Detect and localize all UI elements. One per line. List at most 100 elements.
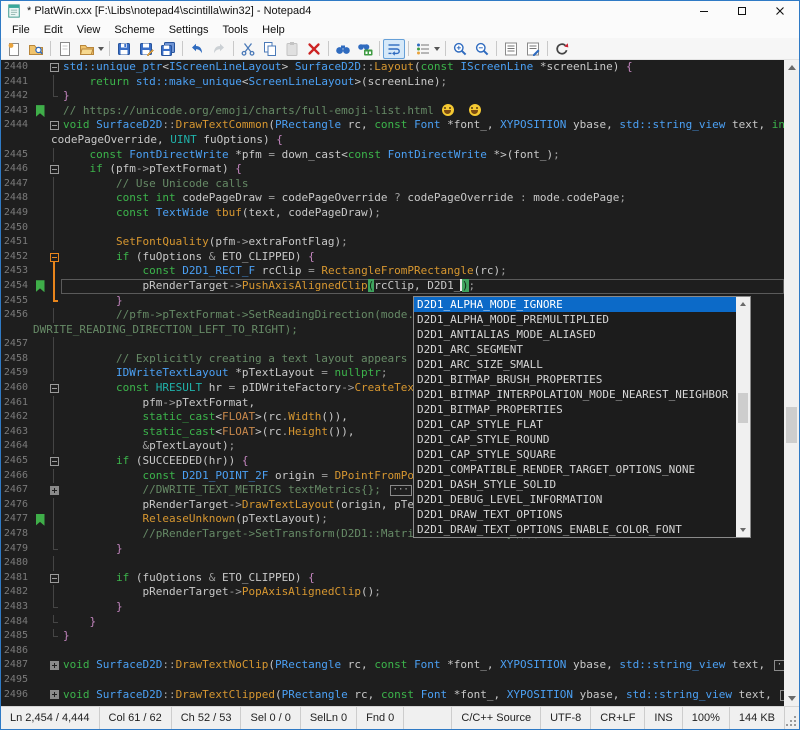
fold-margin[interactable] xyxy=(47,629,61,644)
autocomplete-item[interactable]: D2D1_ALPHA_MODE_PREMULTIPLIED xyxy=(414,312,736,327)
autocomplete-item[interactable]: D2D1_DRAW_TEXT_OPTIONS xyxy=(414,507,736,522)
status-cell[interactable]: Col 61 / 62 xyxy=(100,707,172,729)
fold-margin[interactable] xyxy=(47,89,61,104)
bookmark-margin[interactable] xyxy=(33,542,47,557)
line-number[interactable]: 2458 xyxy=(1,352,33,367)
line-number[interactable]: 2449 xyxy=(1,206,33,221)
bookmark-margin[interactable] xyxy=(33,177,47,192)
fold-expand-icon[interactable] xyxy=(50,690,59,699)
save-as-button[interactable] xyxy=(135,39,157,59)
line-number[interactable]: 2464 xyxy=(1,439,33,454)
bookmark-margin[interactable] xyxy=(33,381,47,396)
line-number[interactable]: 2453 xyxy=(1,264,33,279)
line-number[interactable]: 2482 xyxy=(1,585,33,600)
code-text[interactable]: void SurfaceD2D::DrawTextClipped(PRectan… xyxy=(61,688,784,703)
scroll-up-icon[interactable] xyxy=(736,297,750,311)
code-text[interactable]: if (fuOptions & ETO_CLIPPED) { xyxy=(61,571,784,586)
replace-button[interactable] xyxy=(354,39,376,59)
bookmark-margin[interactable] xyxy=(33,600,47,615)
fold-collapse-icon[interactable] xyxy=(50,63,59,72)
find-button[interactable] xyxy=(332,39,354,59)
bookmark-margin[interactable] xyxy=(33,75,47,90)
fold-expand-icon[interactable] xyxy=(50,661,59,670)
status-cell[interactable]: Fnd 0 xyxy=(357,707,404,729)
autocomplete-scrollbar[interactable] xyxy=(736,297,750,537)
scroll-down-icon[interactable] xyxy=(784,691,799,706)
status-cell[interactable]: INS xyxy=(645,707,682,729)
line-number[interactable]: 2448 xyxy=(1,191,33,206)
fold-margin[interactable] xyxy=(47,585,61,600)
line-number[interactable]: 2467 xyxy=(1,483,33,498)
code-line[interactable]: 2486 xyxy=(1,644,784,659)
fold-margin[interactable] xyxy=(47,512,61,527)
status-cell[interactable]: UTF-8 xyxy=(541,707,591,729)
fold-margin[interactable] xyxy=(47,439,61,454)
line-number[interactable]: 2446 xyxy=(1,162,33,177)
line-number[interactable]: 2462 xyxy=(1,410,33,425)
line-number[interactable]: 2484 xyxy=(1,615,33,630)
fold-margin[interactable] xyxy=(47,396,61,411)
line-number[interactable]: 2483 xyxy=(1,600,33,615)
fold-margin[interactable] xyxy=(47,688,61,703)
fold-margin[interactable] xyxy=(47,571,61,586)
undo-button[interactable] xyxy=(186,39,208,59)
bookmark-margin[interactable] xyxy=(33,439,47,454)
autocomplete-item[interactable]: D2D1_BITMAP_INTERPOLATION_MODE_NEAREST_N… xyxy=(414,387,736,402)
scheme-select-button[interactable] xyxy=(412,39,442,59)
fold-margin[interactable] xyxy=(47,177,61,192)
autocomplete-item[interactable]: D2D1_COMPATIBLE_RENDER_TARGET_OPTIONS_NO… xyxy=(414,462,736,477)
code-line[interactable]: 2443// https://unicode.org/emoji/charts/… xyxy=(1,104,784,119)
line-number[interactable]: 2442 xyxy=(1,89,33,104)
code-text[interactable]: if (pfm->pTextFormat) { xyxy=(61,162,784,177)
fold-collapse-icon[interactable] xyxy=(50,253,59,262)
fold-margin[interactable] xyxy=(47,264,61,279)
scrollbar-thumb[interactable] xyxy=(738,393,748,423)
fold-margin[interactable] xyxy=(47,308,61,323)
fold-collapse-icon[interactable] xyxy=(50,574,59,583)
bookmark-margin[interactable] xyxy=(33,396,47,411)
fold-margin[interactable] xyxy=(47,352,61,367)
line-number[interactable]: 2455 xyxy=(1,294,33,309)
code-text[interactable]: // https://unicode.org/emoji/charts/full… xyxy=(61,104,784,119)
bookmark-margin[interactable] xyxy=(33,308,47,323)
fold-margin[interactable] xyxy=(47,118,61,133)
fold-margin[interactable] xyxy=(47,644,61,659)
status-cell[interactable]: Ln 2,454 / 4,444 xyxy=(1,707,100,729)
bookmark-margin[interactable] xyxy=(33,469,47,484)
fold-margin[interactable] xyxy=(47,294,61,309)
bookmark-margin[interactable] xyxy=(33,89,47,104)
fold-margin[interactable] xyxy=(47,658,61,673)
zoom-out-button[interactable] xyxy=(471,39,493,59)
scroll-up-icon[interactable] xyxy=(784,60,799,75)
bookmark-margin[interactable] xyxy=(33,366,47,381)
line-number[interactable]: 2477 xyxy=(1,512,33,527)
autocomplete-item[interactable]: D2D1_BITMAP_PROPERTIES xyxy=(414,402,736,417)
line-number[interactable]: 2487 xyxy=(1,658,33,673)
word-wrap-button[interactable] xyxy=(383,39,405,59)
line-number[interactable]: 2465 xyxy=(1,454,33,469)
line-number[interactable]: 2476 xyxy=(1,498,33,513)
autocomplete-item[interactable]: D2D1_DASH_STYLE_SOLID xyxy=(414,477,736,492)
code-text[interactable]: const TextWide tbuf(text, codePageDraw); xyxy=(61,206,784,221)
fold-margin[interactable] xyxy=(47,498,61,513)
line-number[interactable]: 2447 xyxy=(1,177,33,192)
fold-margin[interactable] xyxy=(47,542,61,557)
fold-margin[interactable] xyxy=(47,250,61,265)
autocomplete-item[interactable]: D2D1_BITMAP_BRUSH_PROPERTIES xyxy=(414,372,736,387)
fold-margin[interactable] xyxy=(47,454,61,469)
code-text[interactable]: void SurfaceD2D::DrawTextNoClip(PRectang… xyxy=(61,658,784,673)
fold-margin[interactable] xyxy=(47,527,61,542)
code-text[interactable]: pRenderTarget->PushAxisAlignedClip(rcCli… xyxy=(61,279,784,294)
code-line[interactable]: 2484 } xyxy=(1,615,784,630)
code-text[interactable]: } xyxy=(61,629,784,644)
code-line[interactable]: 2446 if (pfm->pTextFormat) { xyxy=(1,162,784,177)
autocomplete-item[interactable]: D2D1_CAP_STYLE_ROUND xyxy=(414,432,736,447)
editor[interactable]: 2440std::unique_ptr<IScreenLineLayout> S… xyxy=(1,60,799,706)
bookmark-margin[interactable] xyxy=(33,337,47,352)
autocomplete-item[interactable]: D2D1_CAP_STYLE_SQUARE xyxy=(414,447,736,462)
line-number[interactable]: 2481 xyxy=(1,571,33,586)
code-line[interactable]: 2450 xyxy=(1,221,784,236)
menu-settings[interactable]: Settings xyxy=(162,23,216,37)
fold-margin[interactable] xyxy=(47,75,61,90)
code-text[interactable]: pRenderTarget->PopAxisAlignedClip(); xyxy=(61,585,784,600)
